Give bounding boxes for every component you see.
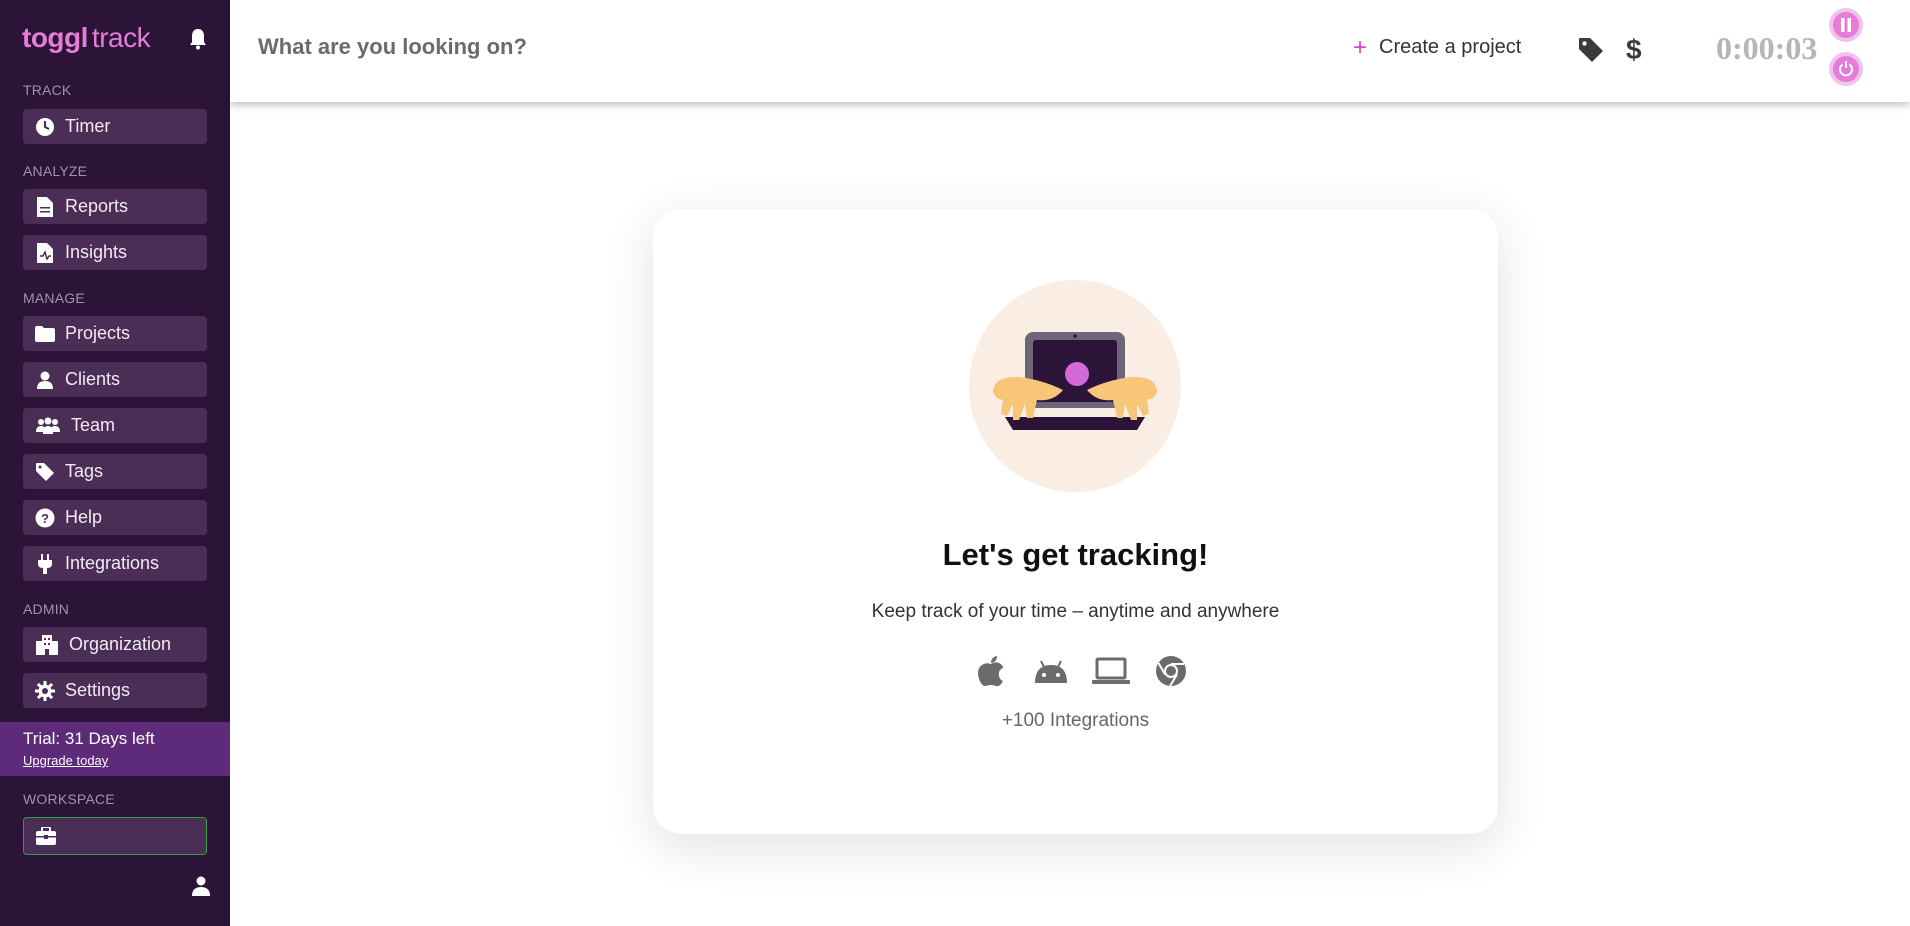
sidebar-item-settings[interactable]: Settings (23, 673, 207, 708)
user-icon[interactable] (192, 876, 210, 896)
platform-icons (971, 653, 1191, 689)
clock-icon (35, 117, 55, 137)
sidebar-item-label: Projects (65, 323, 131, 343)
empty-state-card: Let's get tracking! Keep track of your t… (653, 209, 1498, 834)
sidebar-item-organization[interactable]: Organization (23, 627, 207, 662)
sidebar-item-label: Settings (65, 680, 131, 700)
section-manage: MANAGE (23, 290, 85, 306)
upgrade-link[interactable]: Upgrade today (23, 753, 230, 768)
integrations-link[interactable]: +100 Integrations (653, 710, 1498, 732)
sidebar-item-label: Organization (69, 634, 172, 654)
laptop-hands-illustration (969, 280, 1181, 492)
timer-bar: What are you looking on? + Create a proj… (230, 0, 1910, 102)
sidebar-item-reports[interactable]: Reports (23, 189, 207, 224)
sidebar-item-label: Insights (65, 242, 128, 262)
gear-icon (35, 680, 55, 701)
timer-display: 0:00:03 (1716, 30, 1818, 66)
chrome-icon[interactable] (1151, 653, 1191, 689)
sidebar-item-label: Reports (65, 196, 129, 216)
sidebar-item-insights[interactable]: Insights (23, 235, 207, 270)
svg-text:?: ? (41, 511, 49, 526)
sidebar: toggl track TRACK Timer ANALYZE Reports … (0, 0, 230, 926)
sidebar-item-label: Clients (65, 369, 121, 389)
tag-icon (35, 462, 55, 482)
team-icon (35, 416, 61, 436)
toggl-track-logo[interactable]: toggl track (22, 22, 151, 54)
folder-icon (35, 324, 55, 344)
pause-icon (1841, 18, 1851, 32)
sidebar-item-projects[interactable]: Projects (23, 316, 207, 351)
create-project-button[interactable]: + Create a project (1353, 33, 1522, 61)
sidebar-item-help[interactable]: ? Help (23, 500, 207, 535)
help-icon: ? (35, 508, 55, 528)
insights-document-icon (35, 242, 55, 263)
plus-icon: + (1353, 33, 1368, 61)
briefcase-icon (36, 827, 56, 845)
stop-button[interactable] (1829, 52, 1863, 86)
sidebar-item-label: Help (65, 507, 103, 527)
logo-bold: toggl (22, 22, 88, 53)
trial-text: Trial: 31 Days left (23, 729, 155, 748)
workspace-selector[interactable] (23, 817, 207, 855)
power-icon (1839, 61, 1853, 77)
sidebar-item-integrations[interactable]: Integrations (23, 546, 207, 581)
section-workspace: WORKSPACE (23, 791, 115, 807)
sidebar-item-clients[interactable]: Clients (23, 362, 207, 397)
plug-icon (35, 553, 55, 574)
create-project-label: Create a project (1379, 36, 1522, 58)
building-icon (35, 634, 59, 655)
sidebar-item-team[interactable]: Team (23, 408, 207, 443)
trial-banner: Trial: 31 Days left Upgrade today (0, 722, 230, 776)
sidebar-item-timer[interactable]: Timer (23, 109, 207, 144)
empty-state-subtitle: Keep track of your time – anytime and an… (871, 601, 1280, 622)
logo-light: track (91, 22, 151, 53)
bell-icon[interactable] (188, 28, 208, 50)
section-analyze: ANALYZE (23, 163, 88, 179)
laptop-icon[interactable] (1091, 653, 1131, 689)
apple-icon[interactable] (971, 653, 1011, 689)
document-icon (35, 196, 55, 217)
empty-state-title: Let's get tracking! (942, 537, 1209, 572)
description-input[interactable]: What are you looking on? (258, 34, 527, 60)
tag-icon[interactable] (1578, 37, 1604, 63)
sidebar-item-label: Tags (65, 461, 104, 481)
sidebar-item-tags[interactable]: Tags (23, 454, 207, 489)
section-track: TRACK (23, 82, 72, 98)
sidebar-item-label: Integrations (65, 553, 160, 573)
section-admin: ADMIN (23, 601, 70, 617)
pause-button[interactable] (1829, 8, 1863, 42)
android-icon[interactable] (1031, 653, 1071, 689)
sidebar-item-label: Team (71, 415, 116, 435)
billable-dollar-icon[interactable]: $ (1626, 34, 1642, 66)
client-icon (35, 370, 55, 390)
sidebar-item-label: Timer (65, 116, 111, 136)
